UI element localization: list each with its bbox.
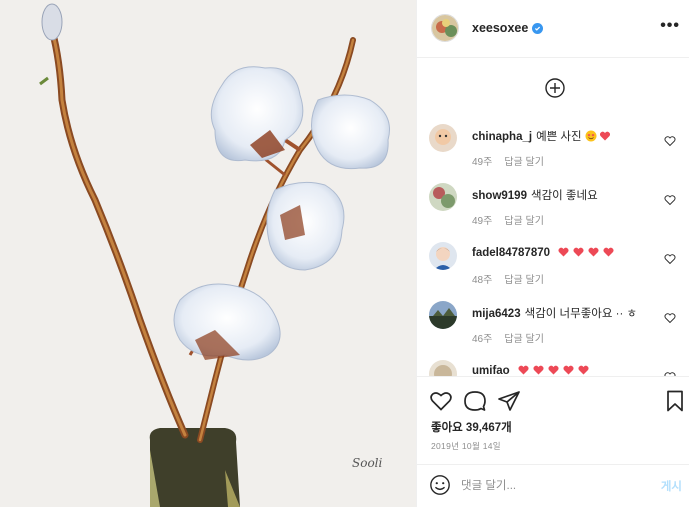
- comment-meta: 49주 답글 달기: [472, 153, 544, 168]
- comment-emojis: [557, 246, 615, 258]
- post-image[interactable]: Sooli: [0, 0, 416, 507]
- comment-body: 예쁜 사진: [536, 131, 582, 143]
- comment-emojis: [517, 364, 590, 376]
- post-header: xeesoxee •••: [417, 0, 689, 58]
- author-avatar[interactable]: [431, 14, 459, 42]
- paper-plane-icon[interactable]: [497, 389, 521, 413]
- author-username[interactable]: xeesoxee: [472, 21, 544, 35]
- add-comment-bar: 게시: [417, 464, 689, 507]
- red-heart-emoji-icon: [558, 247, 569, 257]
- smiley-icon[interactable]: [429, 474, 451, 496]
- commenter-avatar[interactable]: [429, 183, 457, 211]
- red-heart-emoji-icon: [578, 365, 589, 375]
- heart-outline-icon[interactable]: [664, 194, 676, 206]
- comment-meta: 48주 답글 달기: [472, 271, 544, 286]
- red-heart-emoji-icon: [563, 365, 574, 375]
- comment-emojis: [585, 130, 611, 142]
- red-heart-emoji-icon: [573, 247, 584, 257]
- verified-badge-icon: [532, 22, 544, 34]
- commenter-avatar[interactable]: [429, 301, 457, 329]
- comment-item: mija6423 색감이 너무좋아요 ·· ㅎ 46주 답글 달기: [417, 301, 689, 359]
- commenter-username[interactable]: fadel84787870: [472, 247, 550, 259]
- more-options-icon[interactable]: •••: [660, 17, 680, 35]
- comment-age: 48주: [472, 275, 493, 286]
- red-heart-emoji-icon: [588, 247, 599, 257]
- comment-text: chinapha_j 예쁜 사진: [472, 128, 662, 144]
- red-heart-emoji-icon: [518, 365, 529, 375]
- commenter-avatar[interactable]: [429, 360, 457, 376]
- commenter-username[interactable]: umifao: [472, 365, 510, 376]
- post-date[interactable]: 2019년 10월 14일: [431, 440, 501, 452]
- post-actions: 좋아요 39,467개 2019년 10월 14일: [417, 376, 689, 464]
- commenter-username[interactable]: chinapha_j: [472, 131, 532, 143]
- reply-button[interactable]: 답글 달기: [504, 330, 544, 345]
- comment-age: 49주: [472, 216, 493, 227]
- red-heart-emoji-icon: [533, 365, 544, 375]
- comment-bubble-icon[interactable]: [463, 389, 487, 413]
- comment-meta: 49주 답글 달기: [472, 212, 544, 227]
- cotton-branch-watercolor-image: Sooli: [0, 0, 416, 507]
- red-heart-emoji-icon: [548, 365, 559, 375]
- comment-item: show9199 색감이 좋네요 49주 답글 달기: [417, 183, 689, 241]
- comment-meta: 46주 답글 달기: [472, 330, 544, 345]
- comment-text: mija6423 색감이 너무좋아요 ·· ㅎ: [472, 305, 662, 321]
- commenter-username[interactable]: mija6423: [472, 308, 521, 320]
- heart-outline-icon[interactable]: [664, 135, 676, 147]
- comment-input[interactable]: [461, 475, 631, 497]
- reply-button[interactable]: 답글 달기: [504, 271, 544, 286]
- comment-item: fadel84787870 48주 답글 달기: [417, 242, 689, 300]
- commenter-avatar[interactable]: [429, 242, 457, 270]
- post-sidebar: xeesoxee ••• chinapha_j 예쁜 사진 49주 답글 달기 …: [416, 0, 689, 507]
- author-username-text[interactable]: xeesoxee: [472, 21, 528, 35]
- comment-age: 49주: [472, 157, 493, 168]
- artist-signature: Sooli: [352, 456, 383, 470]
- comment-text: show9199 색감이 좋네요: [472, 187, 662, 203]
- heart-outline-icon[interactable]: [429, 389, 453, 413]
- heart-outline-icon[interactable]: [664, 253, 676, 265]
- heart-outline-icon[interactable]: [664, 312, 676, 324]
- comment-text: fadel84787870: [472, 246, 662, 259]
- comment-body: 색감이 좋네요: [530, 190, 598, 202]
- bookmark-icon[interactable]: [663, 389, 687, 413]
- plus-circle-icon[interactable]: [545, 78, 565, 98]
- commenter-avatar[interactable]: [429, 124, 457, 152]
- comment-text: umifao: [472, 364, 662, 376]
- comments-list[interactable]: chinapha_j 예쁜 사진 49주 답글 달기 show9199 색감이 좋네…: [417, 58, 689, 376]
- comment-age: 46주: [472, 334, 493, 345]
- post-comment-button[interactable]: 게시: [661, 478, 682, 494]
- reply-button[interactable]: 답글 달기: [504, 212, 544, 227]
- red-heart-emoji-icon: [603, 247, 614, 257]
- commenter-username[interactable]: show9199: [472, 190, 527, 202]
- heart-eyes-emoji-icon: [585, 130, 597, 142]
- reply-button[interactable]: 답글 달기: [504, 153, 544, 168]
- comment-item: chinapha_j 예쁜 사진 49주 답글 달기: [417, 124, 689, 182]
- red-heart-emoji-icon: [599, 131, 610, 141]
- comment-body: 색감이 너무좋아요 ·· ㅎ: [524, 308, 638, 320]
- comment-item: umifao: [417, 360, 689, 376]
- like-count[interactable]: 좋아요 39,467개: [431, 419, 512, 435]
